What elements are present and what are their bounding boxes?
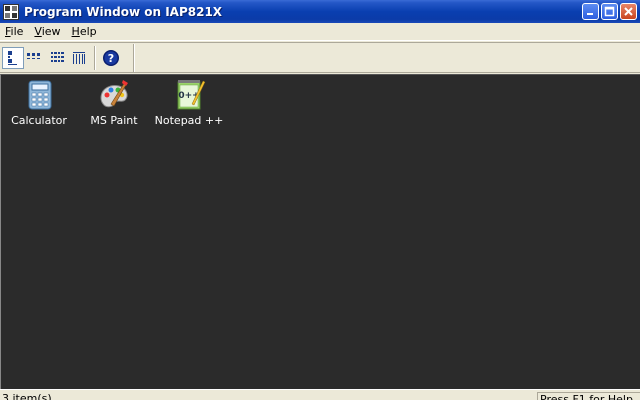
toolbar-separator	[94, 46, 96, 70]
menu-file[interactable]: File	[0, 25, 29, 38]
details-view-button[interactable]	[68, 47, 90, 69]
menu-help[interactable]: Help	[67, 25, 103, 38]
large-icons-view-icon	[8, 51, 17, 65]
close-icon	[624, 7, 633, 16]
list-view-button[interactable]	[46, 47, 68, 69]
close-button[interactable]	[620, 3, 637, 20]
menu-view[interactable]: View	[29, 25, 66, 38]
details-view-icon	[73, 52, 85, 64]
status-bar: 3 item(s) Press F1 for Help	[0, 389, 640, 400]
title-bar[interactable]: Program Window on IAP821X	[0, 0, 640, 23]
program-list-view[interactable]: Calculator MS Paint 0++ Notepad ++	[0, 74, 640, 389]
toolbar: ?	[0, 42, 640, 73]
program-label: MS Paint	[90, 114, 138, 127]
status-help-hint: Press F1 for Help	[537, 392, 640, 400]
help-button[interactable]: ?	[100, 47, 122, 69]
program-window-icon[interactable]	[3, 3, 19, 20]
status-item-count: 3 item(s)	[2, 392, 52, 400]
calculator-icon	[28, 80, 52, 110]
toolbar-end-separator	[133, 44, 135, 72]
program-item-ms-paint[interactable]: MS Paint	[76, 78, 152, 134]
program-label: Calculator	[11, 114, 67, 127]
notepad-plus-plus-icon: 0++	[177, 80, 206, 110]
program-item-notepad-plus-plus[interactable]: 0++ Notepad ++	[151, 78, 227, 134]
help-icon: ?	[103, 50, 119, 66]
svg-text:?: ?	[108, 52, 114, 65]
paint-palette-icon	[100, 80, 128, 108]
program-item-calculator[interactable]: Calculator	[1, 78, 77, 134]
small-icons-view-icon	[27, 53, 40, 59]
menu-bar: File View Help	[0, 23, 640, 41]
minimize-icon	[587, 13, 593, 15]
program-label: Notepad ++	[154, 114, 224, 127]
large-icons-view-button[interactable]	[2, 47, 24, 69]
window-title: Program Window on IAP821X	[24, 4, 223, 19]
maximize-button[interactable]	[601, 3, 618, 20]
minimize-button[interactable]	[582, 3, 599, 20]
maximize-icon	[604, 6, 615, 17]
small-icons-view-button[interactable]	[24, 47, 46, 69]
list-view-icon	[51, 52, 64, 62]
